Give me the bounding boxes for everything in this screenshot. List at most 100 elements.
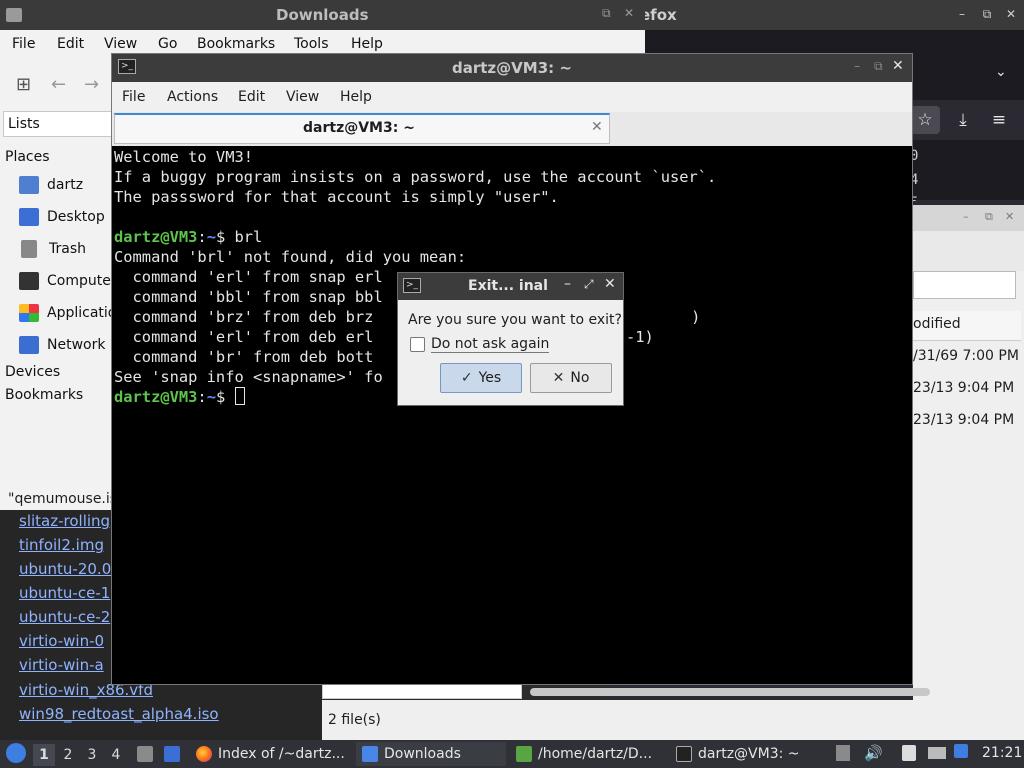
update-icon[interactable] <box>954 744 968 758</box>
clock[interactable]: 21:21 <box>982 745 1022 761</box>
column-header-label: odified <box>913 316 961 332</box>
file-link[interactable]: tinfoil2.img <box>19 536 104 554</box>
minimize-icon[interactable]: – <box>955 7 969 21</box>
menu-edit[interactable]: Edit <box>57 36 84 52</box>
volume-icon[interactable]: 🔊 <box>864 744 883 762</box>
prompt-user: dartz@VM3 <box>114 228 198 246</box>
usb-icon[interactable] <box>836 745 850 761</box>
output-line-tail: -1) <box>626 328 654 346</box>
file-link[interactable]: virtio-win-a <box>19 656 104 674</box>
command-text: brl <box>225 228 263 246</box>
bookmark-star-icon[interactable]: ☆ <box>910 106 940 134</box>
computer-icon <box>19 272 39 290</box>
output-line: command 'erl' from deb erl <box>114 328 374 346</box>
back-icon[interactable]: ← <box>51 74 66 95</box>
show-desktop-icon[interactable] <box>164 746 180 762</box>
hamburger-menu-icon[interactable]: ≡ <box>984 106 1014 134</box>
close-icon[interactable]: ✕ <box>1005 210 1014 223</box>
file-link[interactable]: virtio-win-0 <box>19 632 104 650</box>
minimize-icon[interactable]: – <box>854 59 860 73</box>
minimize-icon[interactable]: – <box>963 210 969 223</box>
menu-bookmarks[interactable]: Bookmarks <box>197 36 275 52</box>
sidebar-item-network[interactable]: Network <box>19 331 105 359</box>
maximize-icon[interactable]: ⤢ <box>584 277 594 292</box>
maximize-icon[interactable]: ⧉ <box>874 59 883 74</box>
workspace-2[interactable]: 2 <box>57 744 79 766</box>
output-line: The passsword for that account is simply… <box>114 188 559 206</box>
menu-view[interactable]: View <box>104 36 137 52</box>
home-folder-icon <box>19 176 39 194</box>
menu-actions[interactable]: Actions <box>167 89 218 105</box>
prompt-symbol: $ <box>215 228 226 246</box>
downloads-icon[interactable]: ⤓ <box>948 106 978 134</box>
menu-go[interactable]: Go <box>158 36 177 52</box>
close-icon[interactable]: ✕ <box>1004 7 1018 21</box>
file-link[interactable]: ubuntu-20.0 <box>19 560 111 578</box>
task-terminal[interactable]: dartz@VM3: ~ <box>676 742 800 766</box>
sidebar-item-label: dartz <box>47 177 84 193</box>
dialog-titlebar[interactable]: >_ Exit... inal – ⤢ ✕ <box>398 273 623 300</box>
maximize-icon[interactable]: ⧉ <box>985 210 993 224</box>
firefox-titlebar[interactable]: efox – ⧉ ✕ <box>610 0 1024 30</box>
file-link[interactable]: slitaz-rolling <box>19 512 110 530</box>
menu-tools[interactable]: Tools <box>294 36 329 52</box>
file-link[interactable]: ubuntu-ce-1 <box>19 584 110 602</box>
file-link[interactable]: ubuntu-ce-2 <box>19 608 110 626</box>
task-downloads[interactable]: Downloads <box>356 742 506 766</box>
terminal-title: dartz@VM3: ~ <box>452 59 572 77</box>
terminal-output[interactable]: Welcome to VM3! If a buggy program insis… <box>114 146 910 682</box>
file-manager-launcher-icon[interactable] <box>137 746 153 762</box>
workspace-4[interactable]: 4 <box>105 744 127 766</box>
no-button[interactable]: ✕ No <box>530 363 612 393</box>
sidebar-item-trash[interactable]: Trash <box>19 235 86 263</box>
list-all-tabs-icon[interactable]: ⌄ <box>995 64 1007 80</box>
maximize-icon[interactable]: ⧉ <box>602 6 611 21</box>
task-firefox[interactable]: Index of /~dartz... <box>196 742 345 766</box>
task-file-manager[interactable]: /home/dartz/D... <box>516 742 652 766</box>
tab-close-icon[interactable]: ✕ <box>591 119 603 135</box>
menu-help[interactable]: Help <box>351 36 383 52</box>
devices-header[interactable]: Devices <box>5 364 60 380</box>
workspace-3[interactable]: 3 <box>81 744 103 766</box>
output-line: See 'snap info <snapname>' fo <box>114 368 383 386</box>
new-tab-icon[interactable]: ⊞ <box>16 74 31 95</box>
forward-icon[interactable]: → <box>84 74 99 95</box>
path-field[interactable] <box>322 683 522 699</box>
terminal-tab[interactable]: dartz@VM3: ~ ✕ <box>114 113 610 144</box>
menu-file[interactable]: File <box>122 89 145 105</box>
menu-file[interactable]: File <box>12 36 35 52</box>
do-not-ask-checkbox[interactable]: Do not ask again <box>410 336 550 353</box>
bookmarks-header[interactable]: Bookmarks <box>5 387 83 403</box>
workspace-1[interactable]: 1 <box>33 744 55 766</box>
terminal-titlebar[interactable]: >_ dartz@VM3: ~ – ⧉ ✕ <box>112 54 912 82</box>
sidebar-item-computer[interactable]: Compute <box>19 267 111 295</box>
sidebar-item-label: Applicatio <box>47 305 117 321</box>
file-manager-titlebar[interactable]: – ⧉ ✕ <box>913 205 1024 231</box>
output-line: Command 'brl' not found, did you mean: <box>114 248 467 266</box>
menu-view[interactable]: View <box>286 89 319 105</box>
checkbox-box[interactable] <box>410 337 425 352</box>
yes-button[interactable]: ✓ Yes <box>440 363 522 393</box>
close-icon[interactable]: ✕ <box>624 6 634 20</box>
maximize-icon[interactable]: ⧉ <box>980 7 994 21</box>
clipboard-icon[interactable] <box>902 745 916 761</box>
start-menu-icon[interactable] <box>6 743 26 763</box>
close-icon[interactable]: ✕ <box>892 58 904 74</box>
column-header-modified[interactable]: odified <box>913 311 1021 341</box>
network-icon[interactable] <box>928 747 946 759</box>
side-pane-selector[interactable]: Lists <box>3 111 113 137</box>
task-label: dartz@VM3: ~ <box>698 746 800 762</box>
downloads-titlebar[interactable]: Downloads ⧉ ✕ <box>0 0 645 30</box>
file-link[interactable]: win98_redtoast_alpha4.iso <box>19 705 219 723</box>
menu-edit[interactable]: Edit <box>238 89 265 105</box>
sidebar-item-home[interactable]: dartz <box>19 171 83 199</box>
terminal-menubar: File Actions Edit View Help <box>112 82 912 112</box>
location-input[interactable] <box>913 271 1016 299</box>
sidebar-item-desktop[interactable]: Desktop <box>19 203 105 231</box>
horizontal-scrollbar[interactable] <box>530 688 930 696</box>
sidebar-item-label: Compute <box>47 273 111 289</box>
minimize-icon[interactable]: – <box>564 276 571 292</box>
sidebar-item-applications[interactable]: Applicatio <box>19 299 116 327</box>
menu-help[interactable]: Help <box>340 89 372 105</box>
close-icon[interactable]: ✕ <box>604 276 616 292</box>
